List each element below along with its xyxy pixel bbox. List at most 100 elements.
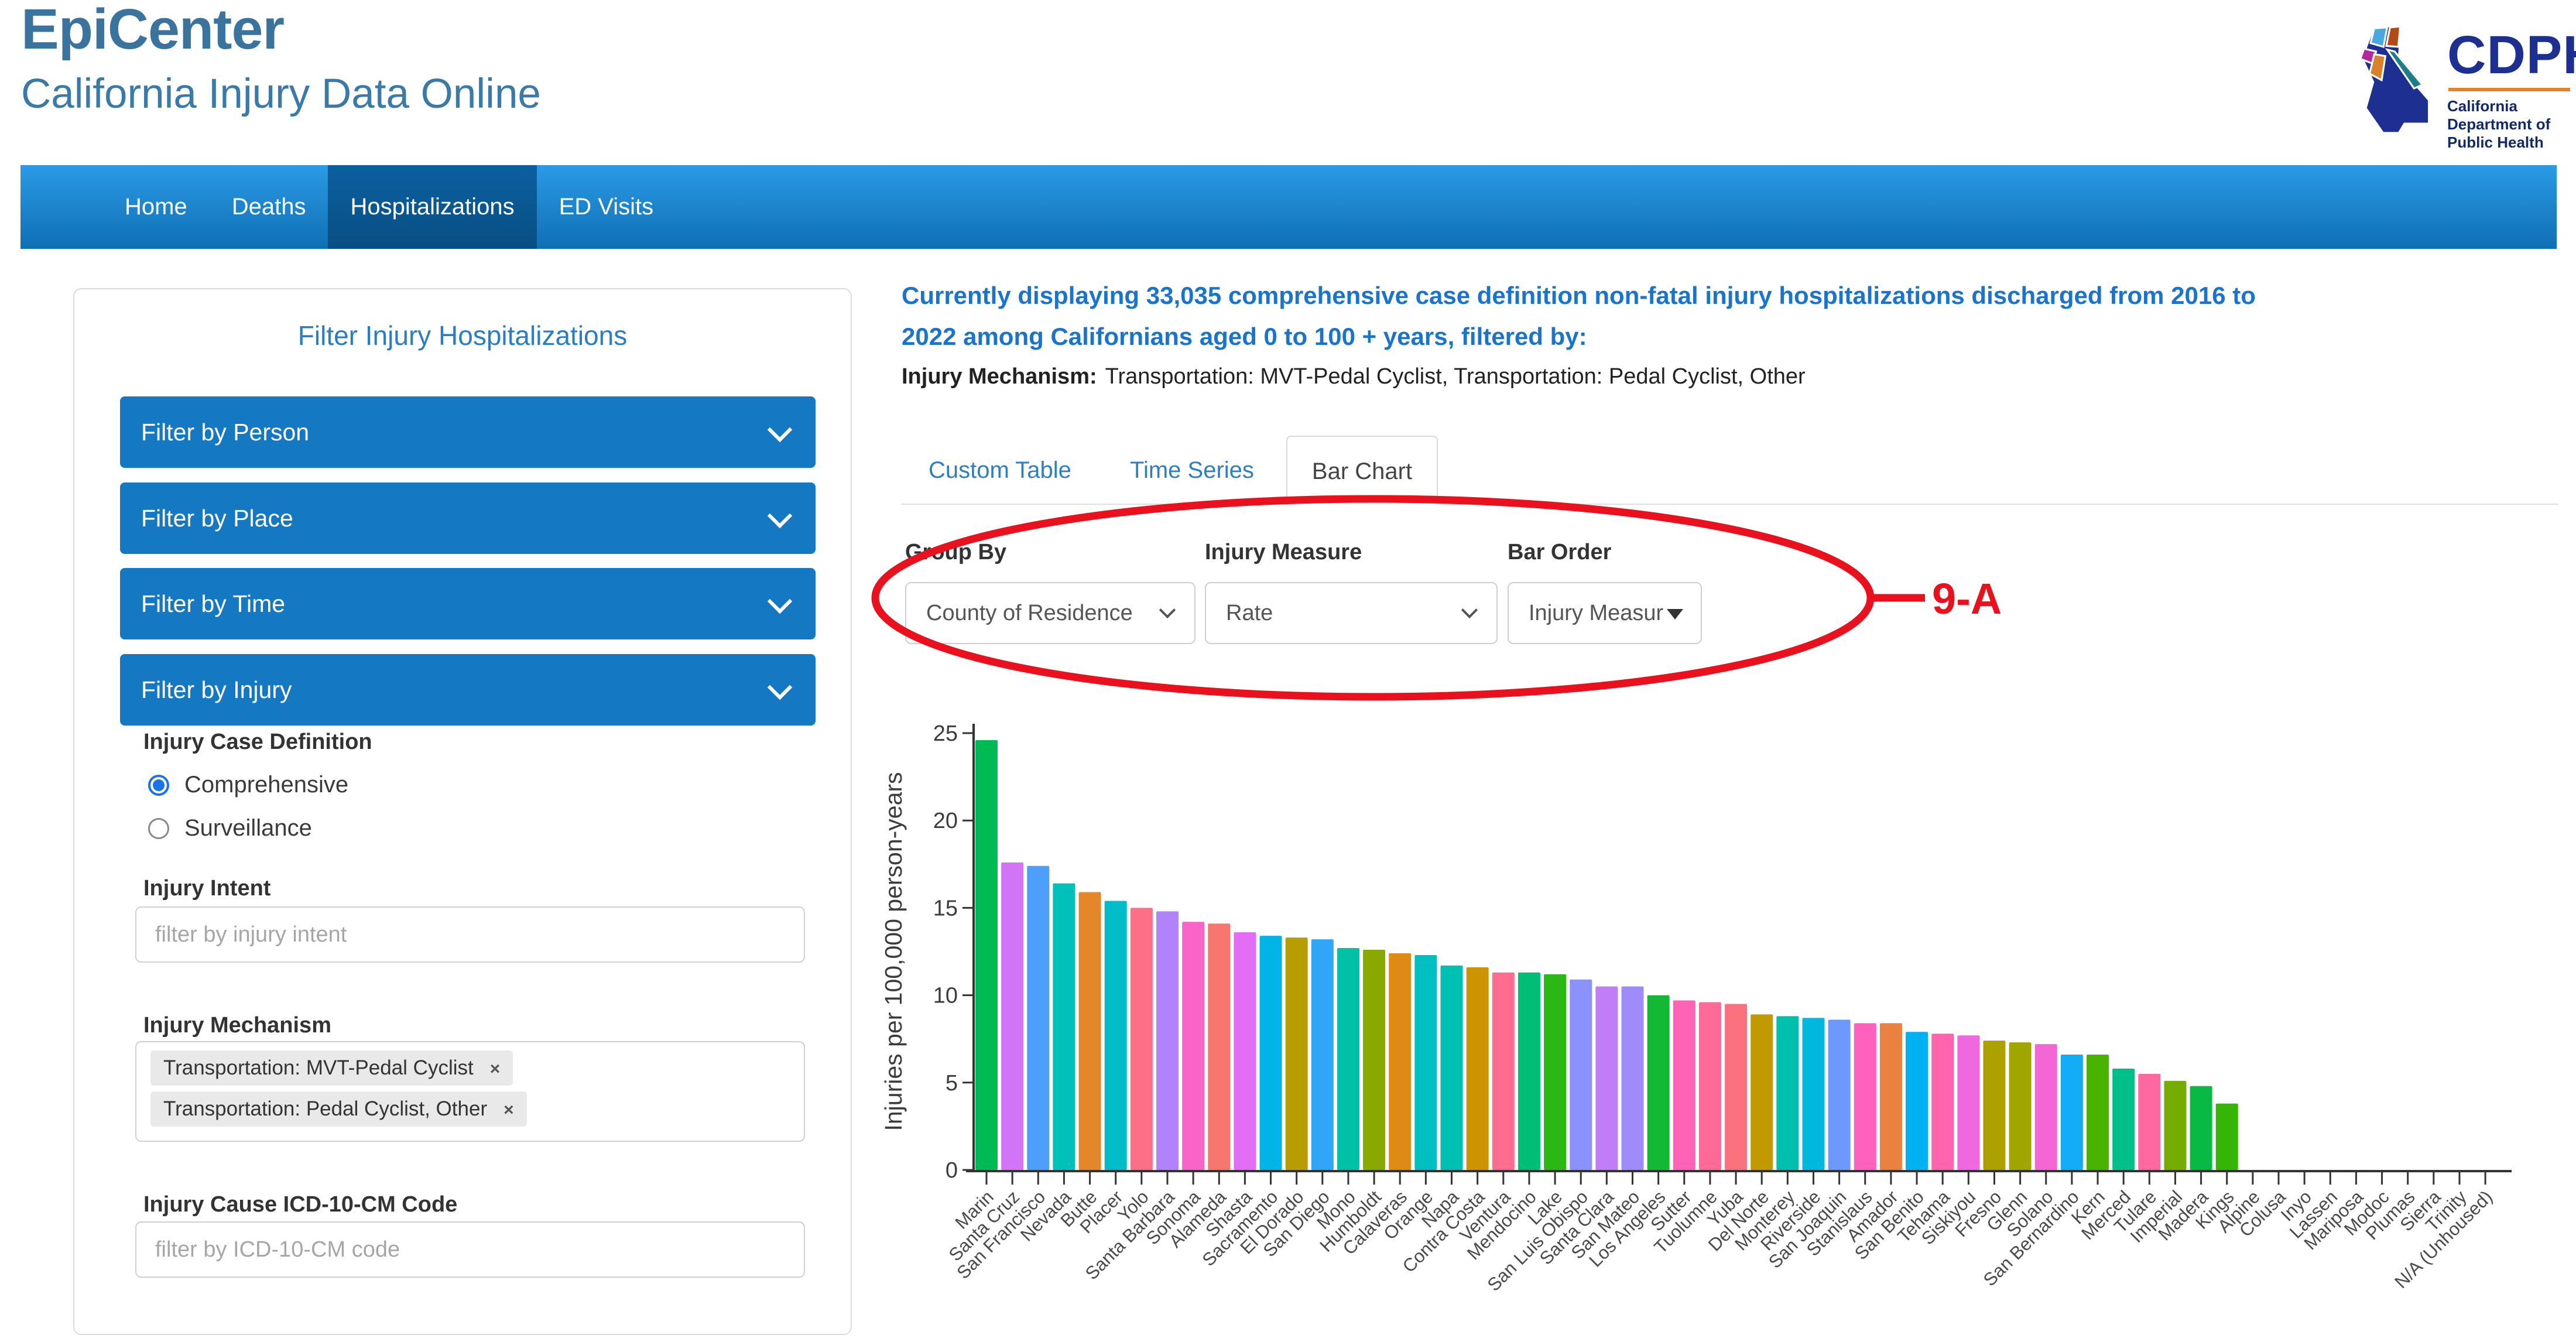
injury-mechanism-multiselect[interactable]: Transportation: MVT-Pedal Cyclist×Transp… xyxy=(135,1041,805,1142)
bar-napa[interactable] xyxy=(1441,966,1463,1170)
bar-tehama[interactable] xyxy=(1931,1034,1954,1170)
logo-org-line2: Public Health xyxy=(2447,134,2576,152)
tab-time-series[interactable]: Time Series xyxy=(1130,436,1254,505)
california-state-icon xyxy=(2347,25,2439,139)
nav-item-ed-visits[interactable]: ED Visits xyxy=(537,165,676,249)
bar-santa-clara[interactable] xyxy=(1595,987,1618,1170)
bar-shasta[interactable] xyxy=(1234,932,1256,1170)
select-value: County of Residence xyxy=(906,583,1158,643)
bar-san-joaquin[interactable] xyxy=(1828,1019,1851,1170)
bar-siskiyou[interactable] xyxy=(1957,1035,1979,1170)
accordion-filter-by-person[interactable]: Filter by Person xyxy=(120,396,816,468)
accordion-label: Filter by Place xyxy=(141,482,293,554)
group-by-select[interactable]: County of Residence xyxy=(905,582,1195,644)
bar-humboldt[interactable] xyxy=(1363,950,1385,1170)
bar-sonoma[interactable] xyxy=(1182,922,1204,1170)
nav-item-deaths[interactable]: Deaths xyxy=(210,165,328,249)
bar-imperial[interactable] xyxy=(2164,1081,2186,1170)
page: EpiCenter California Injury Data Online … xyxy=(0,0,2576,1338)
bar-sacramento[interactable] xyxy=(1260,936,1282,1170)
radio-option-comprehensive[interactable]: Comprehensive xyxy=(148,772,348,798)
bar-sutter[interactable] xyxy=(1673,1001,1695,1170)
radio-unselected-icon[interactable] xyxy=(148,818,169,839)
logo-org-line1: California Department of xyxy=(2447,97,2576,134)
bar-butte[interactable] xyxy=(1079,892,1101,1170)
dropdown-chevron-icon xyxy=(1159,602,1176,618)
bar-los-angeles[interactable] xyxy=(1647,995,1670,1170)
injury-intent-input[interactable] xyxy=(135,906,805,963)
radio-label: Surveillance xyxy=(184,815,312,841)
case-definition-label: Injury Case Definition xyxy=(143,730,372,755)
bar-nevada[interactable] xyxy=(1053,884,1075,1170)
bar-el-dorado[interactable] xyxy=(1286,937,1308,1170)
bar-calaveras[interactable] xyxy=(1389,953,1411,1170)
accordion-filter-by-time[interactable]: Filter by Time xyxy=(120,568,816,639)
icd-code-label: Injury Cause ICD-10-CM Code xyxy=(143,1192,457,1217)
bar-lake[interactable] xyxy=(1544,974,1566,1170)
mechanism-tag-label: Transportation: Pedal Cyclist, Other xyxy=(163,1097,487,1120)
filter-summary: Injury Mechanism:Transportation: MVT-Ped… xyxy=(902,364,1806,389)
control-label: Injury Measure xyxy=(1205,540,1498,565)
bar-madera[interactable] xyxy=(2190,1086,2212,1170)
bar-marin[interactable] xyxy=(975,740,998,1170)
bar-alameda[interactable] xyxy=(1208,923,1230,1170)
bar-san-francisco[interactable] xyxy=(1027,866,1049,1170)
mechanism-tag-label: Transportation: MVT-Pedal Cyclist xyxy=(163,1056,474,1079)
radio-selected-icon[interactable] xyxy=(148,775,169,796)
bar-solano[interactable] xyxy=(2035,1044,2057,1170)
bar-yuba[interactable] xyxy=(1725,1004,1747,1170)
bar-san-diego[interactable] xyxy=(1311,939,1334,1170)
bar-order-select[interactable]: Injury Measure xyxy=(1508,582,1702,644)
radio-option-surveillance[interactable]: Surveillance xyxy=(148,815,312,841)
remove-tag-icon[interactable]: × xyxy=(503,1100,514,1120)
nav-item-home[interactable]: Home xyxy=(102,165,210,249)
bar-amador[interactable] xyxy=(1880,1023,1902,1170)
bar-contra-costa[interactable] xyxy=(1467,967,1489,1170)
bar-kings[interactable] xyxy=(2216,1104,2238,1170)
bar-del-norte[interactable] xyxy=(1751,1014,1773,1170)
bar-orange[interactable] xyxy=(1414,955,1437,1170)
bar-yolo[interactable] xyxy=(1131,908,1153,1170)
chevron-down-icon xyxy=(768,418,792,442)
control-bar-order: Bar OrderInjury Measure xyxy=(1508,540,1702,565)
bar-fresno[interactable] xyxy=(1983,1041,2005,1170)
injury-measure-select[interactable]: Rate xyxy=(1205,582,1498,644)
bar-placer[interactable] xyxy=(1105,901,1127,1170)
bar-merced[interactable] xyxy=(2112,1069,2135,1170)
bar-stanislaus[interactable] xyxy=(1854,1023,1876,1170)
nav-item-hospitalizations[interactable]: Hospitalizations xyxy=(328,165,536,249)
annotation-label: 9-A xyxy=(1932,574,2002,623)
status-line-1: Currently displaying 33,035 comprehensiv… xyxy=(902,275,2256,316)
bar-kern[interactable] xyxy=(2087,1055,2109,1170)
bar-mono[interactable] xyxy=(1337,948,1359,1170)
select-value: Rate xyxy=(1206,583,1460,643)
bar-ventura[interactable] xyxy=(1492,973,1515,1170)
control-group-by: Group ByCounty of Residence xyxy=(905,540,1195,565)
tab-bar-chart[interactable]: Bar Chart xyxy=(1286,436,1438,505)
bar-tulare[interactable] xyxy=(2138,1074,2160,1170)
bar-riverside[interactable] xyxy=(1802,1018,1824,1170)
tab-custom-table[interactable]: Custom Table xyxy=(929,436,1071,505)
bar-glenn[interactable] xyxy=(2009,1042,2032,1170)
bar-san-benito[interactable] xyxy=(1906,1032,1928,1170)
bar-san-mateo[interactable] xyxy=(1622,987,1644,1170)
bar-monterey[interactable] xyxy=(1776,1016,1799,1170)
cdph-logo[interactable]: CDPH California Department of Public Hea… xyxy=(2347,25,2569,142)
bar-san-bernardino[interactable] xyxy=(2061,1055,2083,1170)
chevron-down-icon xyxy=(768,589,792,614)
bar-santa-barbara[interactable] xyxy=(1156,911,1179,1170)
bar-tuolumne[interactable] xyxy=(1699,1002,1721,1170)
filter-summary-label: Injury Mechanism: xyxy=(902,364,1097,389)
mechanism-tag: Transportation: MVT-Pedal Cyclist × xyxy=(150,1050,513,1086)
bar-san-luis-obispo[interactable] xyxy=(1570,980,1592,1170)
status-text: Currently displaying 33,035 comprehensiv… xyxy=(902,275,2256,357)
remove-tag-icon[interactable]: × xyxy=(490,1059,501,1079)
bar-santa-cruz[interactable] xyxy=(1001,863,1023,1170)
accordion-label: Filter by Injury xyxy=(141,654,292,726)
bar-mendocino[interactable] xyxy=(1518,973,1540,1170)
accordion-filter-by-place[interactable]: Filter by Place xyxy=(120,482,816,554)
accordion-filter-by-injury[interactable]: Filter by Injury xyxy=(120,654,816,726)
y-tick-label: 10 xyxy=(933,984,958,1008)
icd-code-input[interactable] xyxy=(135,1221,805,1278)
chevron-down-icon xyxy=(768,675,792,699)
